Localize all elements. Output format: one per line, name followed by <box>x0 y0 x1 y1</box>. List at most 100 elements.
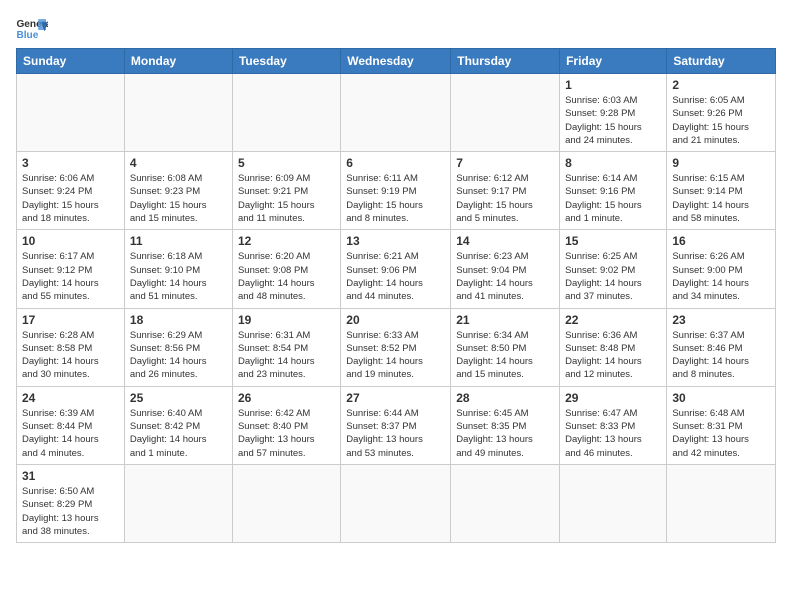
svg-text:Blue: Blue <box>16 30 38 41</box>
header: General Blue <box>16 16 776 44</box>
day-info: Sunrise: 6:37 AM Sunset: 8:46 PM Dayligh… <box>672 329 770 382</box>
day-info: Sunrise: 6:08 AM Sunset: 9:23 PM Dayligh… <box>130 172 227 225</box>
day-cell: 9Sunrise: 6:15 AM Sunset: 9:14 PM Daylig… <box>667 152 776 230</box>
day-cell: 19 Sunrise: 6:31 AM Sunset: 8:54 PM Dayli… <box>232 308 340 386</box>
day-info: Sunrise: 6:12 AM Sunset: 9:17 PM Dayligh… <box>456 172 554 225</box>
day-info: Sunrise: 6:29 AM Sunset: 8:56 PM Dayligh… <box>130 329 227 382</box>
day-info: Sunrise: 6:18 AM Sunset: 9:10 PM Dayligh… <box>130 250 227 303</box>
day-number: 26 <box>238 391 335 405</box>
day-cell: 13 Sunrise: 6:21 AM Sunset: 9:06 PM Dayli… <box>341 230 451 308</box>
day-cell: 21 Sunrise: 6:34 AM Sunset: 8:50 PM Dayli… <box>451 308 560 386</box>
day-info: Sunrise: 6:17 AM Sunset: 9:12 PM Dayligh… <box>22 250 119 303</box>
day-info: Sunrise: 6:20 AM Sunset: 9:08 PM Dayligh… <box>238 250 335 303</box>
day-number: 19 <box>238 313 335 327</box>
day-number: 27 <box>346 391 445 405</box>
day-cell: 26 Sunrise: 6:42 AM Sunset: 8:40 PM Dayli… <box>232 386 340 464</box>
week-row-5: 24Sunrise: 6:39 AM Sunset: 8:44 PM Dayli… <box>17 386 776 464</box>
day-number: 31 <box>22 469 119 483</box>
day-cell: 23 Sunrise: 6:37 AM Sunset: 8:46 PM Dayli… <box>667 308 776 386</box>
day-info: Sunrise: 6:50 AM Sunset: 8:29 PM Dayligh… <box>22 485 119 538</box>
day-info: Sunrise: 6:39 AM Sunset: 8:44 PM Dayligh… <box>22 407 119 460</box>
day-cell: 30Sunrise: 6:48 AM Sunset: 8:31 PM Dayli… <box>667 386 776 464</box>
day-cell: 15 Sunrise: 6:25 AM Sunset: 9:02 PM Dayli… <box>560 230 667 308</box>
day-info: Sunrise: 6:36 AM Sunset: 8:48 PM Dayligh… <box>565 329 661 382</box>
day-cell: 22Sunrise: 6:36 AM Sunset: 8:48 PM Dayli… <box>560 308 667 386</box>
day-cell: 4 Sunrise: 6:08 AM Sunset: 9:23 PM Daylig… <box>124 152 232 230</box>
day-cell <box>124 464 232 542</box>
day-cell <box>560 464 667 542</box>
day-cell: 12 Sunrise: 6:20 AM Sunset: 9:08 PM Dayli… <box>232 230 340 308</box>
day-number: 29 <box>565 391 661 405</box>
day-cell <box>667 464 776 542</box>
day-info: Sunrise: 6:25 AM Sunset: 9:02 PM Dayligh… <box>565 250 661 303</box>
day-cell: 10 Sunrise: 6:17 AM Sunset: 9:12 PM Dayli… <box>17 230 125 308</box>
day-info: Sunrise: 6:09 AM Sunset: 9:21 PM Dayligh… <box>238 172 335 225</box>
day-number: 25 <box>130 391 227 405</box>
day-number: 21 <box>456 313 554 327</box>
week-row-2: 3Sunrise: 6:06 AM Sunset: 9:24 PM Daylig… <box>17 152 776 230</box>
day-info: Sunrise: 6:06 AM Sunset: 9:24 PM Dayligh… <box>22 172 119 225</box>
day-number: 1 <box>565 78 661 92</box>
day-cell <box>17 74 125 152</box>
day-cell: 28Sunrise: 6:45 AM Sunset: 8:35 PM Dayli… <box>451 386 560 464</box>
day-info: Sunrise: 6:14 AM Sunset: 9:16 PM Dayligh… <box>565 172 661 225</box>
day-info: Sunrise: 6:26 AM Sunset: 9:00 PM Dayligh… <box>672 250 770 303</box>
day-info: Sunrise: 6:42 AM Sunset: 8:40 PM Dayligh… <box>238 407 335 460</box>
day-number: 20 <box>346 313 445 327</box>
day-info: Sunrise: 6:21 AM Sunset: 9:06 PM Dayligh… <box>346 250 445 303</box>
day-info: Sunrise: 6:15 AM Sunset: 9:14 PM Dayligh… <box>672 172 770 225</box>
day-cell: 11 Sunrise: 6:18 AM Sunset: 9:10 PM Dayli… <box>124 230 232 308</box>
calendar-body: 1 Sunrise: 6:03 AM Sunset: 9:28 PM Daylig… <box>17 74 776 543</box>
day-number: 2 <box>672 78 770 92</box>
day-cell <box>124 74 232 152</box>
day-cell <box>451 464 560 542</box>
day-number: 10 <box>22 234 119 248</box>
day-cell: 3Sunrise: 6:06 AM Sunset: 9:24 PM Daylig… <box>17 152 125 230</box>
day-cell: 20 Sunrise: 6:33 AM Sunset: 8:52 PM Dayli… <box>341 308 451 386</box>
day-info: Sunrise: 6:31 AM Sunset: 8:54 PM Dayligh… <box>238 329 335 382</box>
day-number: 6 <box>346 156 445 170</box>
day-info: Sunrise: 6:03 AM Sunset: 9:28 PM Dayligh… <box>565 94 661 147</box>
day-number: 15 <box>565 234 661 248</box>
day-info: Sunrise: 6:33 AM Sunset: 8:52 PM Dayligh… <box>346 329 445 382</box>
day-info: Sunrise: 6:45 AM Sunset: 8:35 PM Dayligh… <box>456 407 554 460</box>
day-cell: 14Sunrise: 6:23 AM Sunset: 9:04 PM Dayli… <box>451 230 560 308</box>
day-info: Sunrise: 6:11 AM Sunset: 9:19 PM Dayligh… <box>346 172 445 225</box>
day-number: 17 <box>22 313 119 327</box>
day-cell <box>341 464 451 542</box>
day-cell: 5 Sunrise: 6:09 AM Sunset: 9:21 PM Daylig… <box>232 152 340 230</box>
column-header-saturday: Saturday <box>667 49 776 74</box>
day-number: 16 <box>672 234 770 248</box>
day-info: Sunrise: 6:48 AM Sunset: 8:31 PM Dayligh… <box>672 407 770 460</box>
day-cell <box>232 464 340 542</box>
day-number: 4 <box>130 156 227 170</box>
day-cell: 18 Sunrise: 6:29 AM Sunset: 8:56 PM Dayli… <box>124 308 232 386</box>
day-info: Sunrise: 6:28 AM Sunset: 8:58 PM Dayligh… <box>22 329 119 382</box>
day-cell: 7 Sunrise: 6:12 AM Sunset: 9:17 PM Daylig… <box>451 152 560 230</box>
week-row-4: 17 Sunrise: 6:28 AM Sunset: 8:58 PM Dayli… <box>17 308 776 386</box>
day-number: 18 <box>130 313 227 327</box>
day-info: Sunrise: 6:05 AM Sunset: 9:26 PM Dayligh… <box>672 94 770 147</box>
logo: General Blue <box>16 16 48 44</box>
week-row-1: 1 Sunrise: 6:03 AM Sunset: 9:28 PM Daylig… <box>17 74 776 152</box>
calendar-table: SundayMondayTuesdayWednesdayThursdayFrid… <box>16 48 776 543</box>
day-number: 5 <box>238 156 335 170</box>
day-info: Sunrise: 6:34 AM Sunset: 8:50 PM Dayligh… <box>456 329 554 382</box>
day-cell <box>451 74 560 152</box>
day-number: 11 <box>130 234 227 248</box>
day-number: 23 <box>672 313 770 327</box>
day-info: Sunrise: 6:40 AM Sunset: 8:42 PM Dayligh… <box>130 407 227 460</box>
day-cell: 25 Sunrise: 6:40 AM Sunset: 8:42 PM Dayli… <box>124 386 232 464</box>
day-number: 7 <box>456 156 554 170</box>
column-header-sunday: Sunday <box>17 49 125 74</box>
calendar-header-row: SundayMondayTuesdayWednesdayThursdayFrid… <box>17 49 776 74</box>
day-cell: 1 Sunrise: 6:03 AM Sunset: 9:28 PM Daylig… <box>560 74 667 152</box>
day-cell: 8Sunrise: 6:14 AM Sunset: 9:16 PM Daylig… <box>560 152 667 230</box>
day-cell: 29Sunrise: 6:47 AM Sunset: 8:33 PM Dayli… <box>560 386 667 464</box>
day-cell <box>232 74 340 152</box>
day-number: 13 <box>346 234 445 248</box>
day-cell <box>341 74 451 152</box>
column-header-friday: Friday <box>560 49 667 74</box>
day-cell: 31 Sunrise: 6:50 AM Sunset: 8:29 PM Dayli… <box>17 464 125 542</box>
day-number: 12 <box>238 234 335 248</box>
